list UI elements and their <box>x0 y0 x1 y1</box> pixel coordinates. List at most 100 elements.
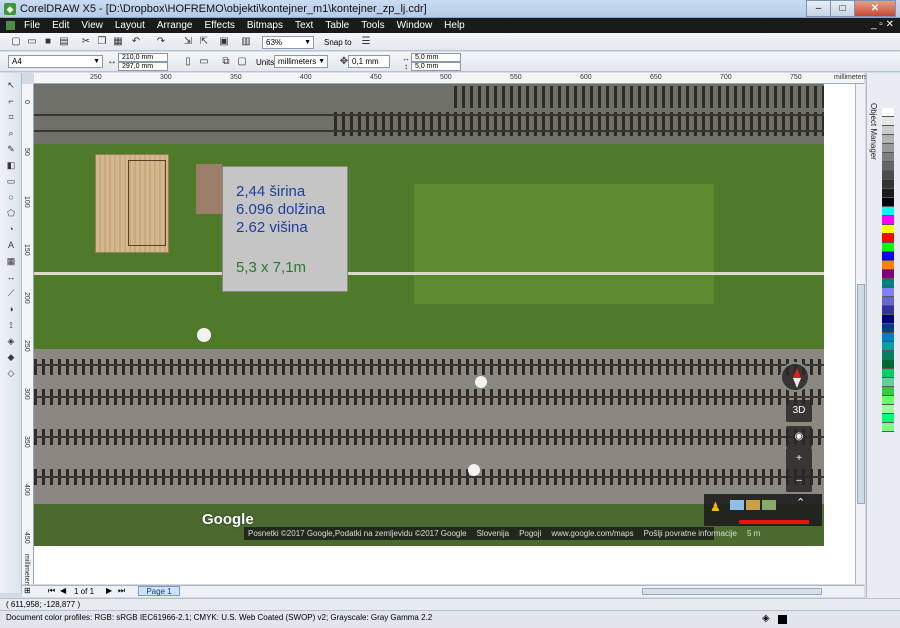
snap-to-button[interactable]: Snap to <box>324 38 352 47</box>
palette-swatch[interactable] <box>882 297 894 306</box>
menu-table[interactable]: Table <box>325 20 349 31</box>
table-tool-icon[interactable]: ▦ <box>4 255 18 267</box>
print-icon[interactable]: ▤ <box>58 36 70 47</box>
close-button[interactable]: ✕ <box>854 0 896 17</box>
palette-swatch[interactable] <box>882 135 894 144</box>
palette-swatch[interactable] <box>882 207 894 216</box>
app-launcher-icon[interactable]: ▣ <box>218 36 230 47</box>
smart-fill-tool-icon[interactable]: ◧ <box>4 159 18 171</box>
palette-swatch[interactable] <box>882 144 894 153</box>
outline-color-swatch[interactable] <box>778 615 787 624</box>
expand-icon[interactable]: ⌃ <box>796 496 805 509</box>
duplicate-x-input[interactable]: 5,0 mm <box>411 53 461 62</box>
palette-swatch[interactable] <box>882 351 894 360</box>
palette-swatch[interactable] <box>882 234 894 243</box>
portrait-icon[interactable]: ▯ <box>182 56 194 67</box>
connector-tool-icon[interactable]: ⟋ <box>4 287 18 299</box>
new-icon[interactable]: ▢ <box>10 36 22 47</box>
palette-swatch[interactable] <box>882 333 894 342</box>
palette-swatch[interactable] <box>882 387 894 396</box>
page-tab[interactable]: Page 1 <box>138 586 180 596</box>
page-height-input[interactable]: 297,0 mm <box>118 62 168 71</box>
outline-tool-icon[interactable]: ◈ <box>4 335 18 347</box>
crop-tool-icon[interactable]: ⌗ <box>4 111 18 123</box>
height-text[interactable]: 2.62 višina <box>236 219 308 236</box>
export-icon[interactable]: ⇱ <box>198 36 210 47</box>
pick-tool-icon[interactable]: ↖ <box>4 79 18 91</box>
interactive-fill-tool-icon[interactable]: ◇ <box>4 367 18 379</box>
object-manager-tab[interactable]: Object Manager <box>869 103 878 160</box>
palette-swatch[interactable] <box>882 414 894 423</box>
open-icon[interactable]: ▭ <box>26 36 38 47</box>
imagery-thumb-icon[interactable] <box>762 500 776 510</box>
palette-swatch[interactable] <box>882 423 894 432</box>
attribution-country[interactable]: Slovenija <box>477 527 509 540</box>
rectangle-tool-icon[interactable]: ▭ <box>4 175 18 187</box>
import-icon[interactable]: ⇲ <box>182 36 194 47</box>
ellipse-tool-icon[interactable]: ○ <box>4 191 18 203</box>
palette-swatch[interactable] <box>882 243 894 252</box>
vertical-ruler[interactable]: 0 50 100 150 200 250 300 350 400 450 mil… <box>22 84 34 587</box>
attribution-terms[interactable]: Pogoji <box>519 527 541 540</box>
satellite-map-image[interactable]: 3D ◉ + – ♟ ⌃ Google Posnetki ©2017 Googl… <box>34 84 824 546</box>
nudge-input[interactable]: 0,1 mm <box>348 55 390 68</box>
length-text[interactable]: 6.096 dolžina <box>236 201 325 218</box>
menu-window-controls[interactable]: _ ▫ ✕ <box>871 19 894 30</box>
all-pages-icon[interactable]: ⧉ <box>220 56 232 67</box>
zoom-select[interactable]: 63% ▼ <box>262 36 314 49</box>
dimension-tool-icon[interactable]: ↔ <box>4 271 18 283</box>
menu-arrange[interactable]: Arrange <box>157 20 193 31</box>
menu-window[interactable]: Window <box>397 20 433 31</box>
imagery-thumb-icon[interactable] <box>730 500 744 510</box>
page-width-input[interactable]: 210,0 mm <box>118 53 168 62</box>
horizontal-ruler[interactable]: 250 300 350 400 450 500 550 600 650 700 … <box>34 73 867 84</box>
polygon-tool-icon[interactable]: ⬠ <box>4 207 18 219</box>
palette-swatch[interactable] <box>882 108 894 117</box>
cut-icon[interactable]: ✂ <box>80 36 92 47</box>
menu-help[interactable]: Help <box>444 20 465 31</box>
save-icon[interactable]: ■ <box>42 36 54 47</box>
redo-icon[interactable]: ↷ <box>155 36 167 47</box>
imagery-thumb-icon[interactable] <box>746 500 760 510</box>
area-text[interactable]: 5,3 x 7,1m <box>236 259 306 276</box>
palette-swatch[interactable] <box>882 117 894 126</box>
palette-swatch[interactable] <box>882 162 894 171</box>
maximize-button[interactable]: □ <box>830 0 855 17</box>
pegman-icon[interactable]: ♟ <box>710 500 721 514</box>
page-size-select[interactable]: A4 ▼ <box>8 55 103 68</box>
page-add-icon[interactable]: ⊞ <box>24 586 31 595</box>
palette-swatch[interactable] <box>882 180 894 189</box>
last-page-icon[interactable]: ⏭ <box>118 586 125 596</box>
vertical-scroll-thumb[interactable] <box>857 284 865 504</box>
container-rectangle[interactable] <box>95 154 169 253</box>
landscape-icon[interactable]: ▭ <box>198 56 210 67</box>
palette-swatch[interactable] <box>882 279 894 288</box>
palette-swatch[interactable] <box>882 189 894 198</box>
menu-text[interactable]: Text <box>295 20 313 31</box>
menu-layout[interactable]: Layout <box>115 20 145 31</box>
drawing-canvas[interactable]: 3D ◉ + – ♟ ⌃ Google Posnetki ©2017 Googl… <box>34 84 863 584</box>
copy-icon[interactable]: ❐ <box>96 36 108 47</box>
palette-swatch[interactable] <box>882 216 894 225</box>
zoom-tool-icon[interactable]: ⌕ <box>4 127 18 139</box>
menu-file[interactable]: File <box>24 20 40 31</box>
menu-tools[interactable]: Tools <box>361 20 384 31</box>
palette-swatch[interactable] <box>882 396 894 405</box>
3d-button[interactable]: 3D <box>786 400 812 422</box>
palette-swatch[interactable] <box>882 126 894 135</box>
palette-swatch[interactable] <box>882 171 894 180</box>
fill-indicator-icon[interactable]: ◈ <box>762 612 770 626</box>
menu-bitmaps[interactable]: Bitmaps <box>247 20 283 31</box>
palette-swatch[interactable] <box>882 252 894 261</box>
palette-swatch[interactable] <box>882 261 894 270</box>
prev-page-icon[interactable]: ◀ <box>60 586 66 595</box>
fill-tool-icon[interactable]: ◆ <box>4 351 18 363</box>
palette-swatch[interactable] <box>882 225 894 234</box>
palette-swatch[interactable] <box>882 360 894 369</box>
options-icon[interactable]: ☰ <box>360 36 372 47</box>
vertical-scrollbar[interactable] <box>855 84 865 584</box>
my-location-button[interactable]: ◉ <box>786 426 812 448</box>
compass-control[interactable] <box>780 362 810 392</box>
units-select[interactable]: millimeters ▼ <box>274 55 328 68</box>
attribution-url[interactable]: www.google.com/maps <box>551 527 633 540</box>
